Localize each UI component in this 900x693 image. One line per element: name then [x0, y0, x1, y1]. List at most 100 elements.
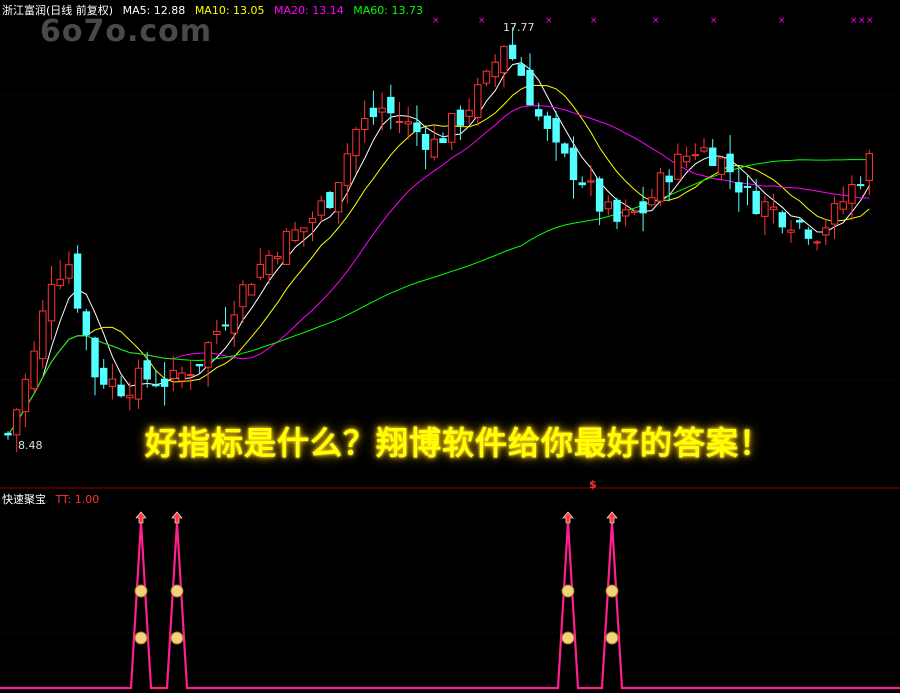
candle-body	[865, 153, 873, 181]
stock-chart[interactable]: × × × × × × × × × ×	[0, 0, 900, 693]
candle-body	[787, 229, 795, 233]
candle-body	[361, 118, 369, 130]
candle-body	[221, 324, 230, 327]
signal-x-mark: ×	[432, 16, 440, 26]
candle-body	[761, 201, 769, 217]
candle-body	[682, 155, 691, 163]
candle-body	[500, 45, 508, 74]
candle-body	[4, 432, 12, 436]
money-bag-icon	[134, 631, 148, 645]
candle-body	[369, 107, 378, 118]
candle-body	[856, 184, 865, 187]
candle-body	[769, 206, 778, 211]
candle-body	[274, 255, 282, 260]
candle-body	[195, 364, 204, 367]
candle-body	[508, 44, 517, 60]
signal-x-mark: ×	[710, 16, 718, 26]
candle-body	[439, 138, 447, 144]
candle-body	[352, 128, 360, 157]
money-bag-icon	[170, 631, 184, 645]
candle-body	[613, 199, 621, 222]
candle-body	[735, 182, 743, 193]
candlestick-series	[4, 27, 873, 453]
candle-body	[482, 70, 491, 84]
candle-body	[317, 200, 325, 216]
candle-body	[535, 109, 543, 117]
candle-body	[187, 374, 195, 377]
candle-body	[656, 172, 665, 202]
money-bag-icon	[561, 584, 575, 598]
candle-body	[430, 138, 439, 158]
candle-body	[108, 378, 117, 387]
candle-body	[796, 219, 804, 223]
candle-body	[569, 147, 578, 181]
candle-body	[622, 209, 630, 217]
candle-body	[117, 384, 125, 397]
candle-body	[743, 185, 752, 188]
signal-x-mark: ×	[590, 16, 598, 26]
indicator-header: 快速聚宝 TT: 1.00	[2, 491, 105, 507]
candle-body	[491, 61, 499, 78]
candle-body	[465, 109, 473, 117]
candle-body	[404, 121, 412, 125]
candle-body	[247, 284, 256, 296]
candle-body	[848, 184, 856, 204]
promo-banner: 好指标是什么？翔博软件给你最好的答案！	[145, 424, 773, 462]
candle-body	[230, 314, 238, 334]
candle-body	[648, 197, 656, 206]
candle-body	[56, 278, 64, 287]
candle-body	[604, 201, 612, 210]
signal-x-mark: ×	[545, 16, 553, 26]
candle-body	[169, 369, 178, 379]
watermark: 6o7o.com	[40, 14, 213, 49]
money-bag-icon	[561, 631, 575, 645]
candle-body	[47, 283, 56, 322]
candle-body	[456, 109, 465, 126]
candle-body	[639, 201, 647, 214]
candle-body	[100, 367, 108, 385]
candle-body	[448, 113, 456, 143]
candle-body	[691, 154, 699, 157]
signal-x-mark: ×	[478, 16, 486, 26]
money-bag-icon	[170, 584, 184, 598]
candle-body	[73, 253, 82, 309]
candle-body	[395, 120, 404, 123]
ma60-label: MA60: 13.73	[353, 4, 423, 17]
candle-body	[152, 384, 160, 387]
candle-body	[30, 350, 38, 390]
candle-body	[526, 69, 534, 106]
candle-body	[291, 229, 299, 241]
signal-x-mark: ×	[850, 16, 858, 26]
candle-body	[630, 210, 639, 213]
candle-body	[474, 84, 482, 118]
candle-body	[587, 180, 595, 183]
signal-indicator	[0, 511, 900, 690]
candle-body	[213, 330, 221, 335]
candle-body	[552, 118, 560, 143]
candle-body	[91, 337, 99, 378]
candle-body	[726, 153, 734, 173]
candle-body	[13, 409, 21, 436]
candle-body	[334, 182, 343, 213]
ma20-label: MA20: 13.14	[274, 4, 344, 17]
candle-body	[326, 192, 334, 209]
candle-body	[300, 227, 308, 233]
candle-body	[39, 310, 47, 360]
signal-x-mark: ×	[858, 16, 866, 26]
candle-body	[387, 96, 395, 114]
indicator-name[interactable]: 快速聚宝	[2, 493, 46, 506]
dollar-signal-icon: $	[589, 478, 597, 491]
candle-body	[595, 178, 604, 212]
candle-body	[239, 284, 247, 308]
candle-body	[21, 378, 30, 413]
candle-body	[674, 153, 682, 180]
candle-body	[308, 217, 317, 224]
candle-body	[543, 115, 552, 129]
money-bag-icon	[134, 584, 148, 598]
candle-body	[82, 311, 90, 336]
signal-x-mark: ×	[652, 16, 660, 26]
candle-body	[65, 264, 73, 279]
candle-body	[813, 241, 821, 244]
candle-body	[804, 229, 813, 239]
candle-body	[709, 147, 717, 166]
